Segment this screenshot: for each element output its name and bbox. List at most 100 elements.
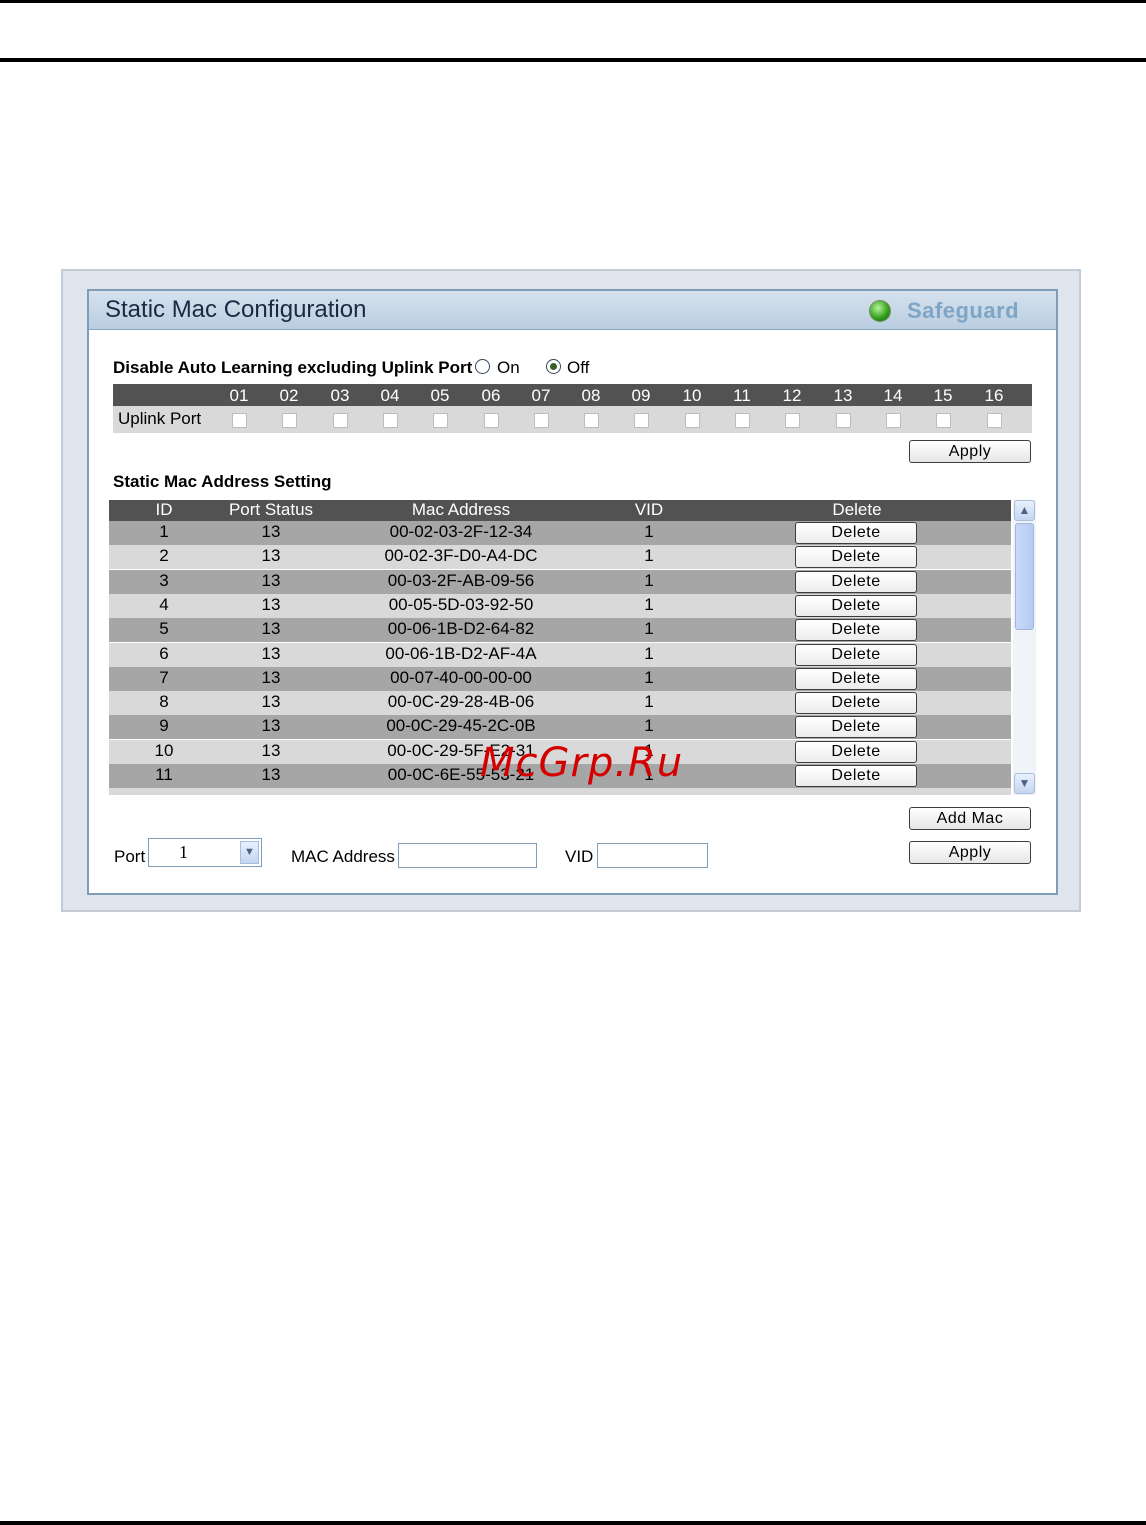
cell-port-status: 13 [261,716,281,735]
uplink-port-checkbox[interactable] [534,413,549,428]
auto-learning-off-label: Off [567,358,590,377]
col-id: ID [155,500,173,519]
table-row: 8 13 00-0C-29-28-4B-06 1 Delete [109,691,1011,715]
delete-button[interactable]: Delete [795,619,917,641]
col-port-status: Port Status [228,500,314,519]
cell-id: 3 [159,571,169,590]
uplink-port-checkbox[interactable] [584,413,599,428]
delete-button[interactable]: Delete [795,522,917,544]
cell-mac-address: 00-0C-29-45-2C-0B [386,716,536,735]
table-row: 3 13 00-03-2F-AB-09-56 1 Delete [109,570,1011,594]
uplink-port-header: 01 02 03 04 05 06 07 08 09 10 11 12 13 14 15 16 [113,384,1032,406]
cell-vid: 1 [644,595,654,614]
delete-button[interactable]: Delete [795,546,917,568]
cell-mac-address: 00-03-2F-AB-09-56 [387,571,535,590]
scroll-down-icon[interactable]: ▼ [1014,773,1035,794]
uplink-port-number: 12 [782,386,802,405]
col-mac-address: Mac Address [411,500,511,519]
cell-vid: 1 [644,668,654,687]
port-select[interactable]: 1 ▼ [148,838,262,867]
cell-vid: 1 [644,546,654,565]
cell-mac-address: 00-07-40-00-00-00 [390,668,532,687]
uplink-apply-button[interactable]: Apply [909,440,1031,463]
uplink-port-checkbox[interactable] [785,413,800,428]
delete-button[interactable]: Delete [795,765,917,787]
cell-id: 5 [159,619,169,638]
uplink-port-checkbox[interactable] [836,413,851,428]
uplink-port-checkbox[interactable] [232,413,247,428]
cell-id: 9 [159,716,169,735]
delete-button[interactable]: Delete [795,741,917,763]
auto-learning-on-radio[interactable] [475,359,490,374]
cell-vid: 1 [644,522,654,541]
uplink-port-row: Uplink Port [113,406,1032,433]
uplink-port-checkbox[interactable] [936,413,951,428]
static-mac-section-title: Static Mac Address Setting [113,472,332,491]
uplink-port-checkbox[interactable] [433,413,448,428]
cell-vid: 1 [644,692,654,711]
uplink-port-checkbox[interactable] [634,413,649,428]
delete-button[interactable]: Delete [795,595,917,617]
uplink-port-checkbox[interactable] [886,413,901,428]
chevron-down-icon[interactable]: ▼ [240,841,259,864]
static-mac-apply-button[interactable]: Apply [909,841,1031,864]
table-row: 7 13 00-07-40-00-00-00 1 Delete [109,667,1011,691]
table-row: 6 13 00-06-1B-D2-AF-4A 1 Delete [109,643,1011,667]
cell-mac-address: 00-02-03-2F-12-34 [389,522,533,541]
table-scrollbar[interactable]: ▲ ▼ [1013,500,1036,795]
table-row: 9 13 00-0C-29-45-2C-0B 1 Delete [109,715,1011,739]
auto-learning-off-radio[interactable] [546,359,561,374]
cell-vid: 1 [644,716,654,735]
table-row: 2 13 00-02-3F-D0-A4-DC 1 Delete [109,545,1011,569]
header-rule [0,58,1146,62]
vid-input[interactable] [597,843,708,868]
uplink-port-checkbox[interactable] [333,413,348,428]
uplink-port-checkbox[interactable] [685,413,700,428]
cell-id: 4 [159,595,169,614]
uplink-port-checkbox[interactable] [987,413,1002,428]
uplink-port-number: 14 [883,386,903,405]
mac-address-field-label: MAC Address [291,847,395,866]
cell-mac-address: 00-0C-29-28-4B-06 [387,692,535,711]
uplink-port-number: 13 [833,386,853,405]
uplink-port-number: 06 [481,386,501,405]
mac-address-input[interactable] [398,843,537,868]
panel-titlebar: Static Mac Configuration Safeguard [89,291,1056,330]
scroll-thumb[interactable] [1015,523,1034,630]
uplink-port-number: 11 [733,386,751,405]
uplink-port-number: 02 [279,386,299,405]
delete-button[interactable]: Delete [795,692,917,714]
cell-port-status: 13 [261,668,281,687]
cell-mac-address: 00-05-5D-03-92-50 [388,595,534,614]
watermark: McGrp.Ru [480,740,684,786]
port-select-value: 1 [179,842,188,862]
cell-vid: 1 [644,571,654,590]
delete-button[interactable]: Delete [795,644,917,666]
table-row-partial [109,788,1011,795]
uplink-port-checkbox[interactable] [484,413,499,428]
delete-button[interactable]: Delete [795,668,917,690]
auto-learning-on-label: On [497,358,520,377]
cell-id: 8 [159,692,169,711]
scroll-up-icon[interactable]: ▲ [1014,500,1035,521]
uplink-port-label: Uplink Port [118,409,202,428]
uplink-port-number: 07 [531,386,551,405]
cell-id: 1 [159,522,169,541]
uplink-port-checkbox[interactable] [735,413,750,428]
uplink-port-number: 08 [581,386,601,405]
uplink-port-checkbox[interactable] [282,413,297,428]
uplink-port-number: 03 [330,386,350,405]
table-row: 5 13 00-06-1B-D2-64-82 1 Delete [109,618,1011,642]
cell-mac-address: 00-06-1B-D2-64-82 [387,619,535,638]
auto-learning-label: Disable Auto Learning excluding Uplink P… [113,358,473,377]
delete-button[interactable]: Delete [795,716,917,738]
uplink-port-number: 16 [984,386,1004,405]
cell-id: 2 [159,546,169,565]
uplink-port-checkbox[interactable] [383,413,398,428]
col-delete: Delete [832,500,882,519]
add-mac-button[interactable]: Add Mac [909,807,1031,830]
delete-button[interactable]: Delete [795,571,917,593]
safeguard-label: Safeguard [907,298,1020,323]
cell-port-status: 13 [261,595,281,614]
cell-port-status: 13 [261,765,281,784]
